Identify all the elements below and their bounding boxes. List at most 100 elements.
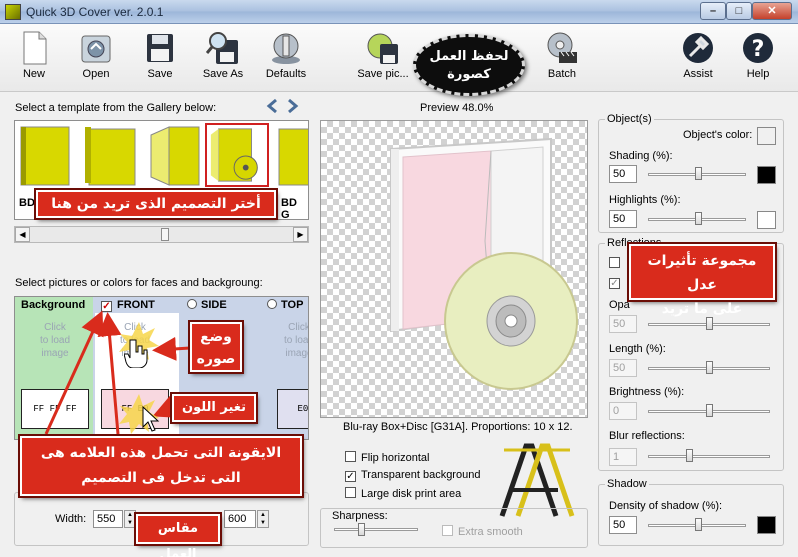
open-label: Open — [82, 68, 110, 80]
template-thumbnail[interactable] — [145, 125, 207, 187]
scrollbar-thumb[interactable] — [161, 228, 169, 241]
brightness-field[interactable]: 0 — [609, 402, 637, 420]
shading-field[interactable]: 50 — [609, 165, 637, 183]
faces-title: Select pictures or colors for faces and … — [15, 277, 263, 289]
template-thumbnail[interactable] — [17, 125, 79, 187]
flip-checkbox[interactable] — [345, 451, 356, 462]
save-as-label: Save As — [202, 68, 244, 80]
background-image-slot[interactable]: Click to load image — [20, 317, 90, 377]
save-button[interactable]: Save — [138, 24, 182, 90]
gallery-title: Select a template from the Gallery below… — [15, 102, 217, 114]
height-field[interactable]: 600 — [224, 510, 256, 528]
annotation-work-size: مقاس العمل — [136, 514, 220, 557]
save-as-button[interactable]: Save As — [198, 24, 248, 90]
extra-smooth-checkbox[interactable] — [442, 525, 453, 536]
width-field[interactable]: 550 — [93, 510, 123, 528]
title-bar: Quick 3D Cover ver. 2.0.1 – □ ✕ — [0, 0, 798, 24]
app-icon — [5, 4, 21, 20]
sharpness-slider[interactable] — [334, 528, 418, 531]
transparent-checkbox[interactable]: ✓ — [345, 471, 356, 482]
blur-slider-knob[interactable] — [686, 449, 693, 462]
side-include-radio[interactable] — [187, 299, 197, 309]
brightness-label: Brightness (%): — [609, 386, 685, 398]
close-button[interactable]: ✕ — [752, 2, 792, 20]
gallery-prev-icon[interactable] — [265, 98, 281, 114]
large-disk-label: Large disk print area — [361, 488, 462, 500]
annotation-save-as-picture: لحفظ العمل كصورة — [413, 34, 525, 96]
arrow-cursor-icon — [142, 406, 160, 432]
shadow-density-field[interactable]: 50 — [609, 516, 637, 534]
open-button[interactable]: Open — [74, 24, 118, 90]
width-stepper[interactable]: ▲ ▼ — [124, 510, 136, 528]
save-picture-icon — [367, 33, 398, 64]
assist-label: Assist — [683, 68, 713, 80]
highlights-slider-knob[interactable] — [695, 212, 702, 225]
template-thumbnail[interactable] — [81, 125, 143, 187]
shading-color-swatch[interactable] — [757, 166, 776, 184]
help-label: Help — [746, 68, 770, 80]
reflections-checkbox[interactable] — [609, 257, 620, 268]
minimize-button[interactable]: – — [700, 2, 726, 20]
width-label: Width: — [55, 513, 87, 525]
blur-slider[interactable] — [648, 455, 770, 458]
preview-area — [320, 120, 588, 418]
gallery-scrollbar[interactable]: ◀ ▶ — [14, 226, 309, 243]
large-disk-option[interactable]: Large disk print area — [345, 487, 461, 500]
save-picture-button[interactable]: Save pic... — [354, 24, 412, 90]
help-button[interactable]: ? Help — [736, 24, 780, 90]
front-include-checkbox[interactable]: ✓ — [101, 301, 112, 312]
extra-smooth-option[interactable]: Extra smooth — [442, 525, 523, 538]
faces-panel: Background Click to load image FF FF FF … — [14, 296, 309, 440]
window-title: Quick 3D Cover ver. 2.0.1 — [26, 5, 164, 19]
reflections-option-checkbox[interactable]: ✓ — [609, 278, 620, 289]
opacity-field[interactable]: 50 — [609, 315, 637, 333]
object-color-swatch[interactable] — [757, 127, 776, 145]
scroll-left-icon[interactable]: ◀ — [15, 227, 30, 242]
blur-field[interactable]: 1 — [609, 448, 637, 466]
maximize-button[interactable]: □ — [726, 2, 752, 20]
highlights-field[interactable]: 50 — [609, 210, 637, 228]
template-thumbnail[interactable] — [271, 125, 309, 187]
highlights-color-swatch[interactable] — [757, 211, 776, 229]
top-color-box[interactable]: E0 E0 — [277, 389, 308, 429]
toolbar: New Open Save Save As Defaults Save pic.… — [0, 24, 798, 92]
hand-cursor-icon — [124, 339, 148, 368]
batch-button[interactable]: Batch — [540, 24, 584, 90]
large-disk-checkbox[interactable] — [345, 487, 356, 498]
face-top: TOP Click to load image E0 E0 — [261, 297, 308, 439]
save-as-icon — [206, 32, 238, 64]
shading-slider-knob[interactable] — [695, 167, 702, 180]
assist-button[interactable]: Assist — [676, 24, 720, 90]
preview-label: Preview 48.0% — [420, 102, 494, 114]
shading-label: Shading (%): — [609, 150, 673, 162]
object-color-label: Object's color: — [683, 129, 753, 141]
sharpness-slider-knob[interactable] — [358, 523, 365, 536]
annotation-place-image: وضع صوره — [190, 322, 242, 372]
background-color-box[interactable]: FF FF FF — [21, 389, 89, 429]
defaults-button[interactable]: Defaults — [262, 24, 310, 90]
flip-horizontal-option[interactable]: Flip horizontal — [345, 451, 429, 464]
shadow-density-slider-knob[interactable] — [695, 518, 702, 531]
shadow-density-label: Density of shadow (%): — [609, 500, 723, 512]
transparent-background-option[interactable]: ✓ Transparent background — [345, 469, 480, 482]
open-folder-icon — [81, 35, 111, 63]
scroll-right-icon[interactable]: ▶ — [293, 227, 308, 242]
shadow-color-swatch[interactable] — [757, 516, 776, 534]
shadow-legend: Shadow — [605, 478, 649, 490]
brightness-slider-knob[interactable] — [706, 404, 713, 417]
thumbnail-caption: BD G — [281, 197, 297, 220]
face-background: Background Click to load image FF FF FF — [15, 297, 93, 439]
length-field[interactable]: 50 — [609, 359, 637, 377]
gallery-next-icon[interactable] — [284, 98, 300, 114]
annotation-change-color: تغير اللون — [172, 394, 256, 422]
template-thumbnail-selected[interactable] — [205, 123, 269, 187]
preview-caption: Blu-ray Box+Disc [G31A]. Proportions: 10… — [343, 421, 573, 433]
top-include-radio[interactable] — [267, 299, 277, 309]
new-button[interactable]: New — [12, 24, 56, 90]
height-stepper[interactable]: ▲ ▼ — [257, 510, 269, 528]
shadow-group — [598, 484, 784, 546]
annotation-choose-template: أختر التصميم الذى تريد من هنا — [36, 190, 276, 218]
top-image-slot[interactable]: Click to load image — [275, 317, 308, 377]
length-slider-knob[interactable] — [706, 361, 713, 374]
annotation-effects: مجموعة تأثيرات عدل على ما تريد — [629, 244, 775, 317]
